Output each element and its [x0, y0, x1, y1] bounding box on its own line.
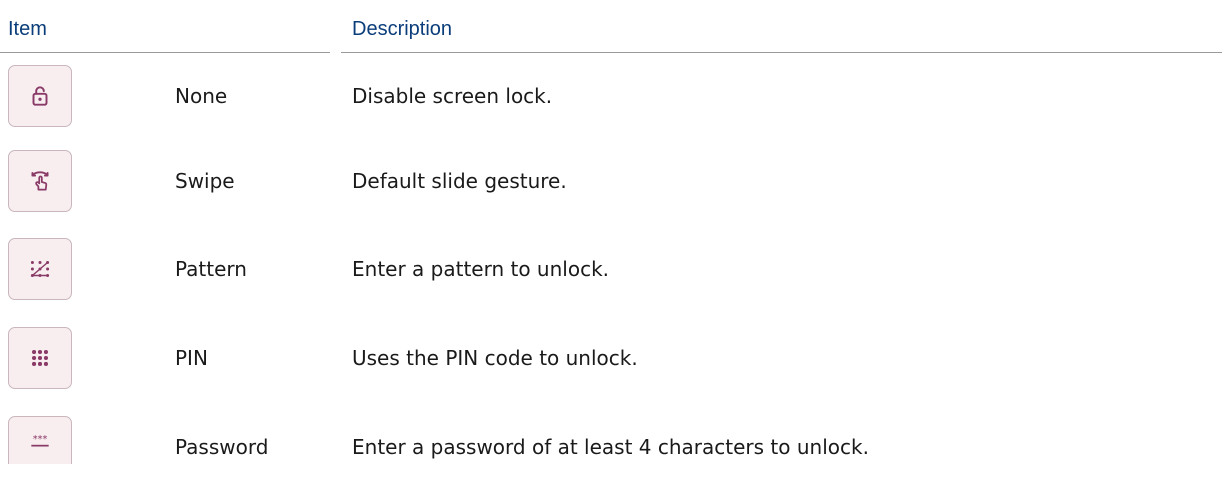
password-icon: *** [31, 434, 49, 447]
swipe-gesture-icon [31, 171, 49, 191]
description-pin: Uses the PIN code to unlock. [352, 346, 638, 370]
pattern-icon [30, 260, 50, 278]
table-row: Pattern Enter a pattern to unlock. [0, 238, 1222, 318]
column-header-item: Item [8, 18, 47, 40]
item-label-none: None [175, 84, 228, 108]
table-row: None Disable screen lock. [0, 65, 1222, 145]
item-label-pin: PIN [175, 346, 208, 370]
column-header-description: Description [352, 18, 453, 40]
lock-open-button[interactable] [8, 65, 72, 127]
table-row: *** Password Enter a password of at leas… [0, 416, 1222, 496]
header-divider-left [0, 52, 330, 53]
table-row: PIN Uses the PIN code to unlock. [0, 327, 1222, 407]
item-label-pattern: Pattern [175, 257, 247, 281]
header-divider-right [341, 52, 1222, 53]
table-row: Swipe Default slide gesture. [0, 150, 1222, 230]
pin-keypad-icon [31, 349, 49, 367]
item-label-password: Password [175, 435, 269, 459]
description-swipe: Default slide gesture. [352, 169, 567, 193]
password-button[interactable]: *** [8, 416, 72, 464]
item-label-swipe: Swipe [175, 169, 235, 193]
swipe-button[interactable] [8, 150, 72, 212]
description-password: Enter a password of at least 4 character… [352, 435, 869, 459]
pattern-button[interactable] [8, 238, 72, 300]
lock-open-icon [32, 86, 48, 106]
svg-text:***: *** [33, 434, 48, 445]
pin-button[interactable] [8, 327, 72, 389]
description-none: Disable screen lock. [352, 84, 553, 108]
description-pattern: Enter a pattern to unlock. [352, 257, 610, 281]
